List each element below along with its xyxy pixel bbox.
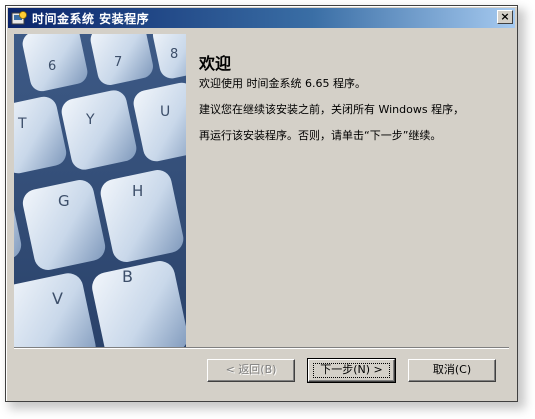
next-button[interactable]: 下一步(N) > [307,358,396,383]
installer-window: 时间金系统 安装程序 × 6 7 8 T Y U G H V B 欢迎 欢迎使用… [5,5,518,402]
svg-text:U: U [160,104,170,120]
window-title: 时间金系统 安装程序 [32,12,150,26]
welcome-text: 欢迎使用 时间金系统 6.65 程序。 [199,77,366,90]
svg-text:7: 7 [114,55,122,70]
keyboard-image: 6 7 8 T Y U G H V B [14,34,186,347]
advice-text: 建议您在继续该安装之前，关闭所有 Windows 程序， [199,103,465,116]
keyboard-illustration: 6 7 8 T Y U G H V B [14,34,186,347]
welcome-panel: 欢迎 欢迎使用 时间金系统 6.65 程序。 建议您在继续该安装之前，关闭所有 … [186,34,513,347]
svg-text:8: 8 [170,47,178,62]
close-icon: × [500,10,510,23]
close-button[interactable]: × [497,10,513,24]
svg-text:Y: Y [85,112,95,128]
installer-app-icon [11,11,27,25]
next-button-label: 下一步(N) > [320,363,383,376]
svg-text:V: V [52,289,63,308]
svg-text:6: 6 [48,59,56,74]
divider-highlight [14,348,509,349]
cancel-button[interactable]: 取消(C) [408,359,496,382]
cancel-button-label: 取消(C) [432,363,472,376]
title-bar[interactable]: 时间金系统 安装程序 × [8,8,515,28]
instruction-text: 再运行该安装程序。否则，请单击“下一步”继续。 [199,129,442,142]
svg-text:G: G [58,192,70,210]
svg-text:B: B [122,267,133,286]
back-button[interactable]: < 返回(B) [207,359,295,382]
back-button-label: < 返回(B) [225,363,277,376]
page-title: 欢迎 [199,54,232,73]
svg-text:H: H [132,182,143,200]
svg-text:T: T [17,116,27,132]
